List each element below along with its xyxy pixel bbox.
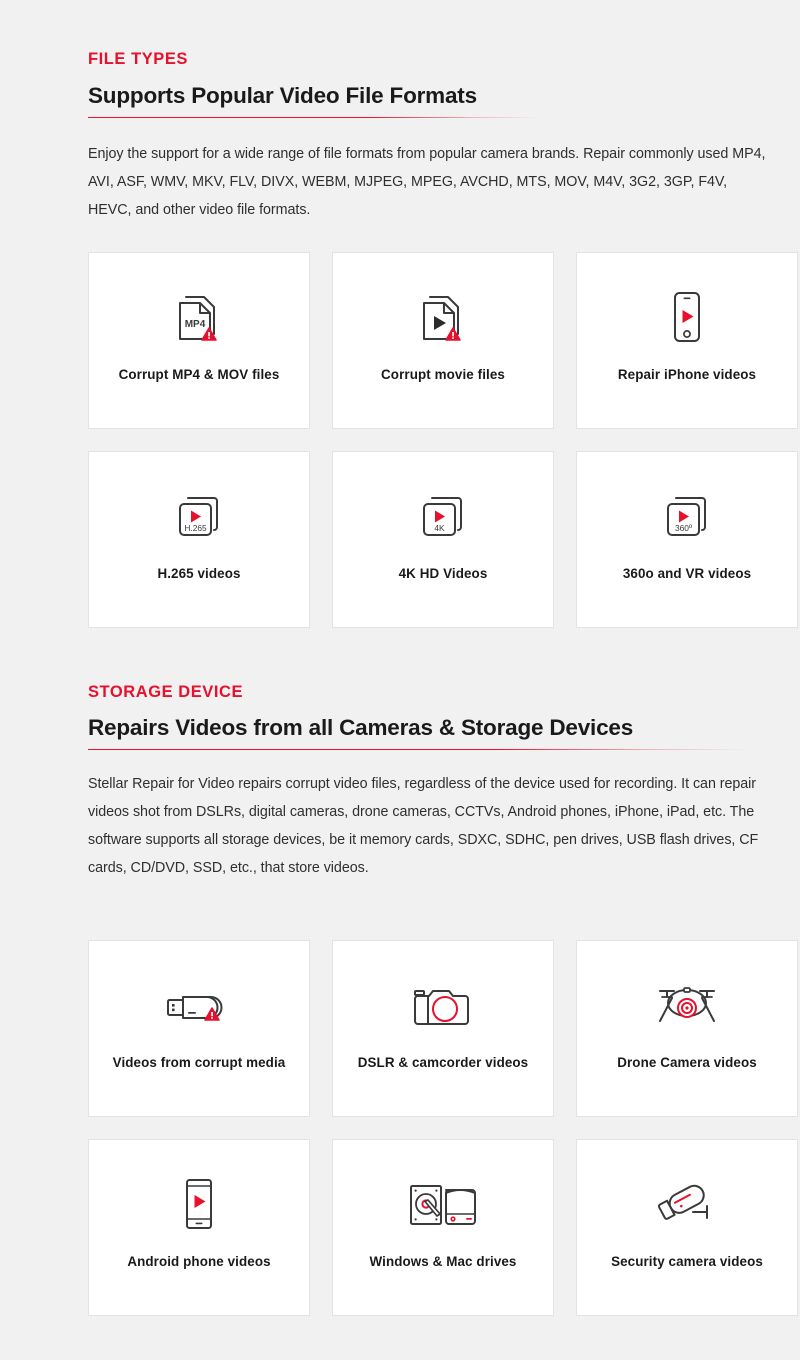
feature-page: FILE TYPES Supports Popular Video File F… [0, 0, 800, 1360]
card-corrupt-mp4-mov[interactable]: MP4 Corrupt MP4 & MOV files [88, 252, 310, 429]
card-label: Drone Camera videos [617, 1055, 757, 1070]
card-dslr-camcorder-videos[interactable]: DSLR & camcorder videos [332, 940, 554, 1117]
section-body-storage-device: Stellar Repair for Video repairs corrupt… [88, 776, 759, 876]
security-camera-icon [648, 1172, 726, 1238]
card-label: Videos from corrupt media [112, 1055, 286, 1070]
card-label: DSLR & camcorder videos [357, 1055, 529, 1070]
section-eyebrow-storage-device: STORAGE DEVICE [88, 683, 244, 701]
card-drone-camera-videos[interactable]: Drone Camera videos [576, 940, 798, 1117]
icon-text: H.265 [184, 523, 207, 533]
card-label: Corrupt movie files [381, 367, 505, 382]
icon-text: 4K [434, 523, 445, 533]
icon-text: 360º [675, 523, 692, 533]
file-types-card-grid: MP4 Corrupt MP4 & MOV files Corrupt movi… [88, 252, 798, 628]
dslr-camera-icon [409, 973, 477, 1039]
card-label: 4K HD Videos [398, 566, 488, 581]
storage-device-card-grid: Videos from corrupt media DSLR & camcord… [88, 940, 798, 1316]
card-label: Repair iPhone videos [617, 367, 757, 382]
card-android-phone-videos[interactable]: Android phone videos [88, 1139, 310, 1316]
card-label: Security camera videos [611, 1254, 763, 1269]
file-mp4-warning-icon: MP4 [168, 285, 230, 351]
card-h265-videos[interactable]: H.265 H.265 videos [88, 451, 310, 628]
card-360-vr-videos[interactable]: 360º 360o and VR videos [576, 451, 798, 628]
file-play-warning-icon [412, 285, 474, 351]
iphone-play-icon [656, 285, 718, 351]
title-divider [88, 117, 540, 118]
card-corrupt-movie-files[interactable]: Corrupt movie files [332, 252, 554, 429]
video-stack-play-icon: H.265 [168, 484, 230, 550]
title-divider [88, 749, 748, 750]
card-repair-iphone-videos[interactable]: Repair iPhone videos [576, 252, 798, 429]
usb-drive-warning-icon [162, 973, 236, 1039]
card-label: Android phone videos [127, 1254, 271, 1269]
card-security-camera-videos[interactable]: Security camera videos [576, 1139, 798, 1316]
card-windows-mac-drives[interactable]: Windows & Mac drives [332, 1139, 554, 1316]
video-stack-play-icon: 360º [656, 484, 718, 550]
section-title-file-types: Supports Popular Video File Formats [88, 83, 477, 108]
card-videos-from-corrupt-media[interactable]: Videos from corrupt media [88, 940, 310, 1117]
drone-camera-icon [648, 973, 726, 1039]
android-phone-play-icon [168, 1172, 230, 1238]
hard-drives-icon [406, 1172, 480, 1238]
card-label: Windows & Mac drives [369, 1254, 517, 1269]
video-stack-play-icon: 4K [412, 484, 474, 550]
section-body-file-types: Enjoy the support for a wide range of fi… [88, 146, 766, 218]
svg-text:MP4: MP4 [185, 319, 206, 330]
card-4k-hd-videos[interactable]: 4K 4K HD Videos [332, 451, 554, 628]
card-label: Corrupt MP4 & MOV files [118, 367, 280, 382]
section-title-storage-device: Repairs Videos from all Cameras & Storag… [88, 715, 634, 740]
card-label: 360o and VR videos [622, 566, 752, 581]
section-eyebrow-file-types: FILE TYPES [88, 50, 188, 68]
card-label: H.265 videos [157, 566, 241, 581]
